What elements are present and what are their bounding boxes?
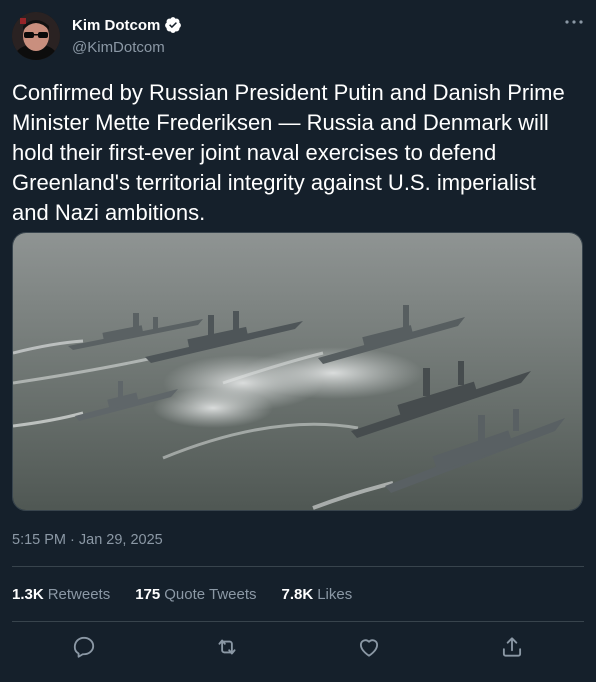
tweet-text-line: and Nazi ambitions. xyxy=(12,200,206,225)
likes-label: Likes xyxy=(317,586,353,603)
tweet-stats: 1.3K Retweets 175 Quote Tweets 7.8K Like… xyxy=(12,586,352,603)
share-icon[interactable] xyxy=(499,634,525,660)
tweet-media-image[interactable] xyxy=(12,232,583,511)
verified-badge-icon xyxy=(165,17,182,33)
retweets-stat[interactable]: 1.3K Retweets xyxy=(12,586,110,603)
tweet-action-bar xyxy=(0,628,596,668)
warships-photo xyxy=(13,233,582,510)
likes-stat[interactable]: 7.8K Likes xyxy=(282,586,353,603)
divider xyxy=(12,621,584,622)
avatar-image xyxy=(12,12,60,60)
display-name[interactable]: Kim Dotcom xyxy=(72,17,160,34)
author-handle[interactable]: @KimDotcom xyxy=(72,39,165,56)
divider xyxy=(12,566,584,567)
retweet-icon[interactable] xyxy=(214,634,240,660)
avatar[interactable] xyxy=(12,12,60,60)
tweet-detail: Kim Dotcom @KimDotcom Confirmed by Russi… xyxy=(0,0,596,682)
tweet-text: Confirmed by Russian President Putin and… xyxy=(12,78,587,228)
retweets-label: Retweets xyxy=(47,586,111,603)
author-name-row[interactable]: Kim Dotcom xyxy=(72,16,182,34)
more-options-icon[interactable] xyxy=(562,10,586,34)
quote-tweets-label: Quote Tweets xyxy=(164,586,257,603)
tweet-text-line: Confirmed by Russian President Putin and… xyxy=(12,80,565,105)
quote-tweets-count: 175 xyxy=(135,586,161,603)
tweet-timestamp[interactable]: 5:15 PM · Jan 29, 2025 xyxy=(12,532,163,548)
tweet-text-line: hold their first-ever joint naval exerci… xyxy=(12,140,497,165)
tweet-text-line: Greenland's territorial integrity agains… xyxy=(12,170,536,195)
quote-tweets-stat[interactable]: 175 Quote Tweets xyxy=(135,586,256,603)
tweet-text-line: Minister Mette Frederiksen — Russia and … xyxy=(12,110,549,135)
heart-icon[interactable] xyxy=(356,634,382,660)
likes-count: 7.8K xyxy=(281,586,314,603)
reply-icon[interactable] xyxy=(71,634,97,660)
retweets-count: 1.3K xyxy=(12,586,44,603)
